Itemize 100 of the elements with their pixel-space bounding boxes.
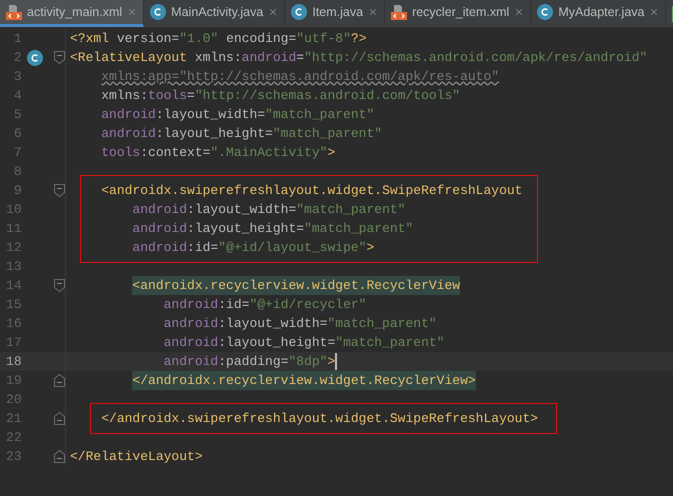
code-token: android: [132, 220, 188, 238]
close-icon[interactable]: [514, 7, 524, 17]
code-token: "match_parent": [272, 124, 382, 143]
code-token: tools: [101, 144, 140, 162]
code-token: "match_parent": [327, 314, 437, 333]
line-number: 23: [5, 448, 23, 466]
text-cursor: [335, 353, 338, 370]
editor-tab[interactable]: Item.java: [285, 0, 386, 27]
code-token: "match_parent": [265, 106, 374, 124]
line-number: 10: [5, 200, 23, 219]
fold-icon[interactable]: [54, 51, 65, 64]
line-number: 7: [12, 144, 23, 162]
code-token: "match_parent": [335, 334, 444, 352]
code-token: :padding=: [218, 352, 288, 371]
class-icon: [150, 4, 166, 20]
editor-tab[interactable]: MyAdapter.java: [531, 0, 666, 27]
line-number: 14: [5, 276, 23, 295]
fold-icon[interactable]: [54, 412, 65, 425]
code-token: encoding=: [226, 30, 296, 48]
code-token: android: [164, 334, 218, 352]
line-number: 21: [5, 410, 23, 428]
code-token: xmlns:app="http://schemas.android.com/apk/res-auto": [101, 68, 500, 86]
line-number: 19: [5, 372, 23, 390]
line-number: 1: [12, 30, 23, 48]
code-token: >: [366, 238, 374, 257]
code-token: ".MainActivity": [210, 144, 328, 162]
editor-tab[interactable]: activity_main.xml: [0, 0, 144, 27]
close-icon[interactable]: [368, 7, 378, 17]
code-token: >: [327, 144, 336, 162]
class-icon: [291, 4, 308, 20]
xml-file-icon: [6, 4, 22, 20]
code-token: </RelativeLayout>: [70, 448, 203, 466]
fold-icon[interactable]: [54, 184, 65, 197]
code-token: xmlns:: [101, 86, 148, 105]
code-token: >: [327, 352, 336, 371]
code-token: ?>: [350, 30, 367, 48]
class-icon: [537, 4, 554, 20]
fold-icon[interactable]: [54, 450, 65, 463]
code-token: :id=: [218, 296, 250, 314]
code-token: :layout_height=: [156, 124, 273, 143]
line-number: 12: [5, 238, 23, 257]
code-token: tools: [148, 86, 188, 105]
line-number: 15: [5, 296, 23, 314]
line-number: 11: [5, 220, 23, 238]
fold-icon[interactable]: [54, 279, 65, 292]
line-number: 6: [12, 124, 23, 143]
line-number: 2: [12, 48, 23, 67]
code-token: android: [164, 296, 218, 314]
matched-tag: <androidx.recyclerview.widget.RecyclerView: [132, 276, 460, 296]
code-token: :layout_height=: [218, 334, 336, 352]
editor-tab[interactable]: recycler_item.xml: [385, 0, 532, 27]
code-token: <androidx.swiperefreshlayout.widget.SwipeRefreshLayout: [101, 182, 522, 200]
code-token: xmlns:: [194, 48, 242, 67]
code-token: :context=: [140, 144, 210, 162]
code-token: :id=: [187, 238, 218, 257]
line-number: 16: [5, 314, 23, 333]
line-number: 22: [5, 428, 23, 447]
line-number: 17: [5, 334, 23, 352]
code-token: android: [242, 48, 296, 67]
class-icon[interactable]: [27, 50, 44, 66]
matched-tag: </androidx.recyclerview.widget.RecyclerView>: [132, 370, 476, 390]
close-icon[interactable]: [268, 7, 278, 17]
code-token: "match_parent": [304, 220, 414, 238]
code-token: =: [296, 48, 304, 67]
code-token: "http://schemas.android.com/tools": [194, 86, 460, 105]
line-number: 18: [5, 352, 23, 371]
code-token: <RelativeLayout: [70, 48, 188, 67]
line-number: 9: [12, 182, 23, 200]
fold-icon[interactable]: [54, 374, 65, 387]
code-token: "@+id/layout_swipe": [218, 238, 366, 257]
line-number: 5: [12, 106, 23, 124]
code-token: android: [164, 314, 218, 333]
code-token: "http://schemas.android.com/apk/res/android": [304, 48, 648, 67]
code-token: version=: [116, 30, 180, 48]
code-token: :layout_height=: [187, 220, 304, 238]
code-token: "utf-8": [296, 30, 351, 48]
editor-tab[interactable]: MainActivity.java: [144, 0, 286, 27]
code-token: "1.0": [179, 30, 218, 48]
code-token: "@+id/recycler": [249, 296, 366, 314]
code-token: android: [132, 200, 188, 219]
code-token: android: [164, 352, 218, 371]
line-number: 20: [5, 390, 23, 409]
code-token: "8dp": [288, 352, 328, 371]
code-token: <?xml: [70, 30, 110, 48]
line-number: 8: [12, 162, 23, 181]
code-token: "match_parent": [296, 200, 406, 219]
code-token: </androidx.swiperefreshlayout.widget.SwipeRefreshLayout>: [101, 410, 538, 428]
code-token: android: [101, 106, 156, 124]
line-number: 3: [12, 68, 23, 86]
code-token: :layout_width=: [156, 106, 266, 124]
code-token: android: [101, 124, 156, 143]
code-token: :layout_width=: [187, 200, 296, 219]
code-token: :layout_width=: [218, 314, 328, 333]
close-icon[interactable]: [127, 7, 138, 17]
line-number: 4: [12, 86, 23, 105]
code-token: =: [187, 86, 195, 105]
xml-file-icon: [391, 4, 408, 20]
line-number: 13: [5, 258, 23, 276]
code-token: android: [132, 238, 188, 257]
close-icon[interactable]: [649, 7, 660, 17]
